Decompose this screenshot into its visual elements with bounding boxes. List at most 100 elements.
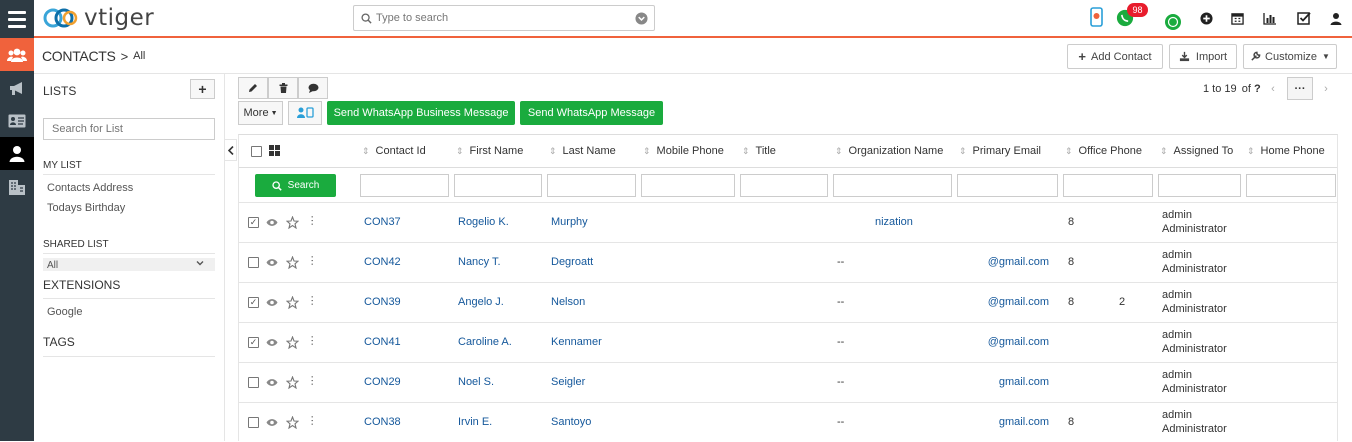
breadcrumb-module[interactable]: CONTACTS — [42, 48, 116, 64]
filter-office-phone[interactable] — [1063, 174, 1153, 197]
row-checkbox-checked[interactable]: ✓ — [248, 297, 259, 308]
star-icon[interactable] — [286, 376, 299, 389]
contact-id[interactable]: CON29 — [364, 376, 401, 388]
comment-button[interactable] — [298, 77, 328, 99]
column-primary-email[interactable]: ⇕ Primary Email — [959, 145, 1041, 157]
calendar-icon[interactable] — [1228, 9, 1246, 27]
edit-button[interactable] — [238, 77, 268, 99]
row-actions-icon[interactable]: ⋯ — [306, 335, 319, 345]
contact-id[interactable]: CON38 — [364, 416, 401, 428]
last-name[interactable]: Nelson — [551, 296, 585, 308]
last-name[interactable]: Degroatt — [551, 256, 593, 268]
next-page-button[interactable]: › — [1315, 77, 1337, 100]
user-profile-icon[interactable] — [1327, 9, 1345, 27]
mobile-call-icon[interactable] — [1088, 7, 1106, 27]
last-name[interactable]: Seigler — [551, 376, 585, 388]
shared-list-dropdown[interactable]: All — [43, 258, 215, 271]
filter-title[interactable] — [740, 174, 828, 197]
contact-id[interactable]: CON37 — [364, 216, 401, 228]
eye-icon[interactable] — [266, 298, 278, 307]
primary-email[interactable]: @gmail.com — [988, 256, 1049, 268]
column-title[interactable]: ⇕ Title — [742, 145, 776, 157]
breadcrumb-view[interactable]: All — [133, 50, 145, 62]
tasks-icon[interactable] — [1295, 9, 1313, 27]
filter-primary-email[interactable] — [957, 174, 1058, 197]
primary-email[interactable]: gmail.com — [999, 376, 1049, 388]
previous-page-button[interactable]: ‹ — [1262, 77, 1284, 100]
last-name[interactable]: Murphy — [551, 216, 588, 228]
last-name[interactable]: Santoyo — [551, 416, 591, 428]
first-name[interactable]: Noel S. — [458, 376, 494, 388]
page-jump-button[interactable]: ··· — [1287, 77, 1313, 100]
filter-last-name[interactable] — [547, 174, 636, 197]
row-actions-icon[interactable]: ⋯ — [306, 375, 319, 385]
search-input[interactable] — [372, 7, 635, 29]
import-button[interactable]: Import — [1169, 44, 1237, 69]
list-search-input[interactable] — [43, 118, 215, 140]
primary-email[interactable]: @gmail.com — [988, 336, 1049, 348]
first-name[interactable]: Nancy T. — [458, 256, 501, 268]
eye-icon[interactable] — [266, 258, 278, 267]
rail-contact-card[interactable] — [0, 104, 34, 137]
row-checkbox[interactable] — [248, 377, 259, 388]
add-list-button[interactable]: + — [190, 79, 215, 99]
menu-icon[interactable] — [0, 0, 34, 38]
table-row[interactable]: ✓ ⋯ CON37 Rogelio K. Murphy nization 8 admin Adm… — [239, 202, 1337, 242]
star-icon[interactable] — [286, 256, 299, 269]
customize-button[interactable]: Customize ▼ — [1243, 44, 1337, 69]
column-home-phone[interactable]: ⇕ Home Phone — [1247, 145, 1325, 157]
row-actions-icon[interactable]: ⋯ — [306, 415, 319, 425]
table-row[interactable]: ⋯ CON38 Irvin E. Santoyo -- gmail.com 8 admin Ad… — [239, 402, 1337, 442]
quick-create-icon[interactable] — [1197, 9, 1215, 27]
filter-assigned-to[interactable] — [1158, 174, 1241, 197]
row-checkbox-checked[interactable]: ✓ — [248, 337, 259, 348]
list-item-todays-birthday[interactable]: Todays Birthday — [47, 202, 125, 214]
row-checkbox[interactable] — [248, 417, 259, 428]
column-last-name[interactable]: ⇕ Last Name — [549, 145, 616, 157]
row-checkbox[interactable] — [248, 257, 259, 268]
table-row[interactable]: ✓ ⋯ CON41 Caroline A. Kennamer -- @gmail.com ad… — [239, 322, 1337, 362]
list-item-contacts-address[interactable]: Contacts Address — [47, 182, 133, 194]
contact-id[interactable]: CON41 — [364, 336, 401, 348]
add-contact-button[interactable]: + Add Contact — [1067, 44, 1163, 69]
eye-icon[interactable] — [266, 218, 278, 227]
rail-contacts-group[interactable] — [0, 38, 34, 71]
rail-contacts[interactable] — [0, 137, 34, 170]
rail-organizations[interactable] — [0, 170, 34, 203]
star-icon[interactable] — [286, 416, 299, 429]
table-row[interactable]: ⋯ CON42 Nancy T. Degroatt -- @gmail.com 8 admin… — [239, 242, 1337, 282]
organization-name[interactable]: nization — [875, 216, 913, 228]
column-settings-icon[interactable] — [269, 145, 280, 156]
app-logo[interactable]: vtiger — [42, 4, 154, 32]
column-first-name[interactable]: ⇕ First Name — [456, 145, 523, 157]
filter-contact-id[interactable] — [360, 174, 449, 197]
reports-icon[interactable] — [1261, 9, 1279, 27]
table-row[interactable]: ✓ ⋯ CON39 Angelo J. Nelson -- @gmail.com 8 2 admi… — [239, 282, 1337, 322]
global-search[interactable] — [353, 5, 655, 31]
collapse-panel-button[interactable] — [225, 139, 237, 161]
more-dropdown[interactable]: More ▼ — [238, 101, 283, 125]
last-name[interactable]: Kennamer — [551, 336, 602, 348]
star-icon[interactable] — [286, 296, 299, 309]
column-contact-id[interactable]: ⇕ Contact Id — [362, 145, 426, 157]
rail-marketing[interactable] — [0, 71, 34, 104]
column-office-phone[interactable]: ⇕ Office Phone — [1065, 145, 1142, 157]
filter-organization-name[interactable] — [833, 174, 952, 197]
row-actions-icon[interactable]: ⋯ — [306, 255, 319, 265]
column-assigned-to[interactable]: ⇕ Assigned To — [1160, 145, 1233, 157]
eye-icon[interactable] — [266, 338, 278, 347]
column-mobile-phone[interactable]: ⇕ Mobile Phone — [643, 145, 724, 157]
filter-first-name[interactable] — [454, 174, 542, 197]
primary-email[interactable]: @gmail.com — [988, 296, 1049, 308]
total-count[interactable]: ? — [1254, 83, 1261, 95]
eye-icon[interactable] — [266, 418, 278, 427]
extension-item-google[interactable]: Google — [47, 306, 82, 318]
first-name[interactable]: Angelo J. — [458, 296, 504, 308]
merge-contacts-button[interactable] — [288, 101, 322, 125]
chat-bot-icon[interactable] — [1164, 13, 1182, 31]
contact-id[interactable]: CON42 — [364, 256, 401, 268]
first-name[interactable]: Irvin E. — [458, 416, 492, 428]
table-row[interactable]: ⋯ CON29 Noel S. Seigler -- gmail.com admin Admi… — [239, 362, 1337, 402]
first-name[interactable]: Rogelio K. — [458, 216, 509, 228]
search-filter-button[interactable]: Search — [255, 174, 336, 197]
